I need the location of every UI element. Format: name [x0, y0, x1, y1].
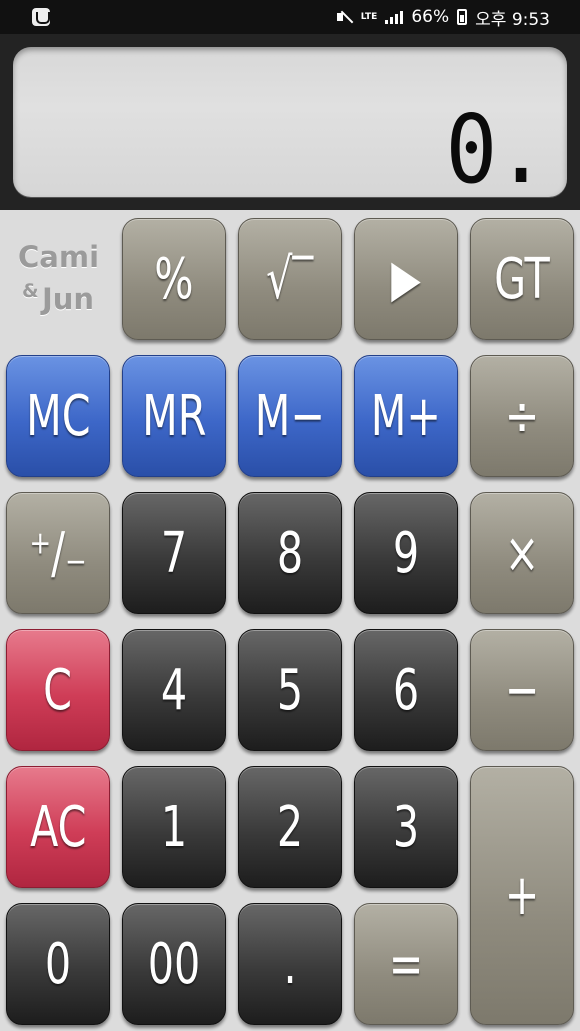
all-clear-button[interactable]: AC — [6, 766, 110, 888]
digit-9-button[interactable]: 9 — [354, 492, 458, 614]
memory-recall-button[interactable]: MR — [122, 355, 226, 477]
plus-button[interactable]: + — [470, 766, 574, 1025]
app-notification-icon — [32, 8, 50, 26]
digit-6-button[interactable]: 6 — [354, 629, 458, 751]
digit-1-button[interactable]: 1 — [122, 766, 226, 888]
memory-plus-button[interactable]: M+ — [354, 355, 458, 477]
signal-icon — [385, 10, 404, 24]
divide-button[interactable]: ÷ — [470, 355, 574, 477]
brand-ampersand: & — [22, 280, 39, 302]
minus-button[interactable]: − — [470, 629, 574, 751]
lte-icon: LTE — [360, 11, 378, 22]
percent-button[interactable]: % — [122, 218, 226, 340]
memory-minus-button[interactable]: M− — [238, 355, 342, 477]
digit-0-button[interactable]: 0 — [6, 903, 110, 1025]
display-value: 0. — [445, 95, 547, 205]
digit-7-button[interactable]: 7 — [122, 492, 226, 614]
battery-icon — [457, 9, 468, 25]
double-zero-button[interactable]: 00 — [122, 903, 226, 1025]
digit-8-button[interactable]: 8 — [238, 492, 342, 614]
equals-button[interactable]: = — [354, 903, 458, 1025]
sqrt-button[interactable]: √‾ — [238, 218, 342, 340]
digit-5-button[interactable]: 5 — [238, 629, 342, 751]
memory-clear-button[interactable]: MC — [6, 355, 110, 477]
digit-3-button[interactable]: 3 — [354, 766, 458, 888]
grand-total-button[interactable]: GT — [470, 218, 574, 340]
clear-button[interactable]: C — [6, 629, 110, 751]
brand-name-cami: Cami — [18, 240, 100, 274]
battery-percent: 66% — [411, 7, 450, 27]
display-area: 0. — [0, 34, 580, 210]
plus-minus-button[interactable]: ⁺∕₋ — [6, 492, 110, 614]
status-icons: LTE 66% 오후 9:53 — [336, 6, 550, 30]
play-button[interactable]: ▶ — [354, 218, 458, 340]
status-bar: LTE 66% 오후 9:53 — [0, 0, 580, 34]
mute-icon — [336, 10, 353, 24]
multiply-button[interactable]: × — [470, 492, 574, 614]
lcd-display: 0. — [13, 47, 567, 197]
digit-4-button[interactable]: 4 — [122, 629, 226, 751]
clock: 오후 9:53 — [475, 9, 550, 30]
brand-name-jun: Jun — [42, 282, 95, 316]
decimal-button[interactable]: . — [238, 903, 342, 1025]
digit-2-button[interactable]: 2 — [238, 766, 342, 888]
keypad: Cami & Jun % √‾ ▶ GT MC MR M− M+ ÷ ⁺∕₋ 7… — [0, 210, 580, 1031]
